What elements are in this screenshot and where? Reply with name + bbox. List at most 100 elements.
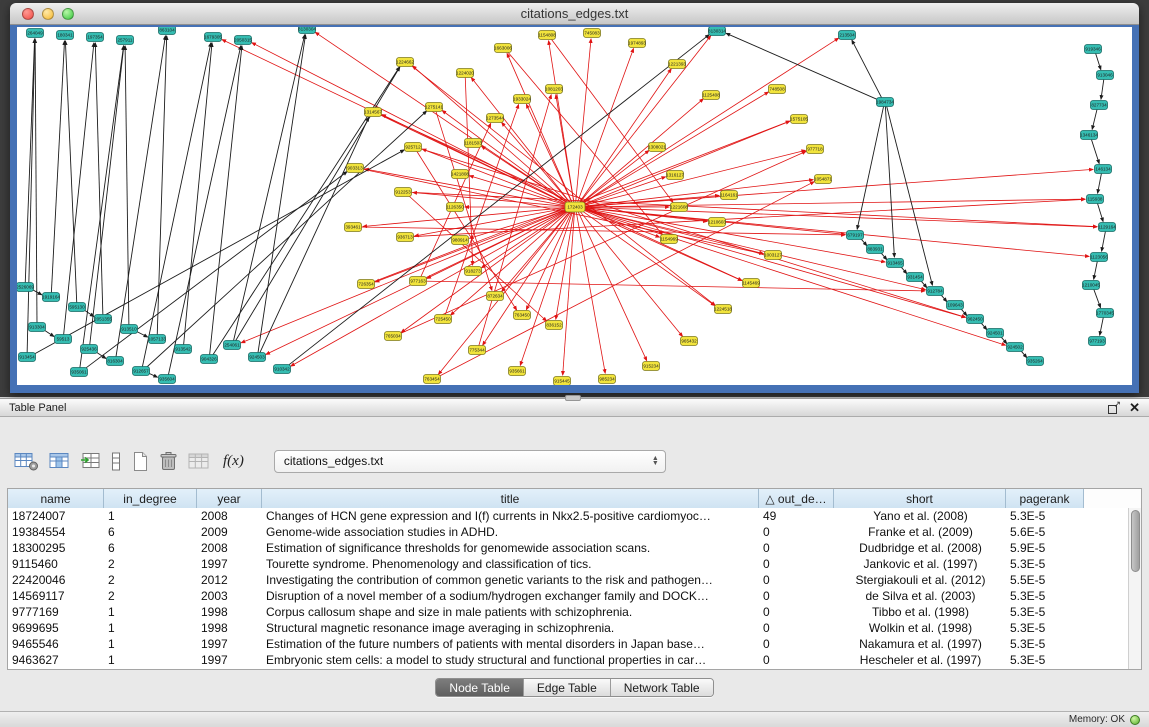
graph-node[interactable]: 2526069 bbox=[17, 283, 34, 292]
graph-edge[interactable] bbox=[1098, 172, 1102, 193]
graph-edge[interactable] bbox=[142, 43, 211, 368]
graph-node[interactable]: 924502 bbox=[1007, 343, 1024, 352]
table-cell[interactable]: Tourette syndrome. Phenomenology and cla… bbox=[262, 556, 759, 572]
table-row[interactable]: 969969511998Structural magnetic resonanc… bbox=[8, 620, 1128, 636]
table-cell[interactable]: Dudbridge et al. (2008) bbox=[834, 540, 1006, 556]
table-cell[interactable]: 19384554 bbox=[8, 524, 104, 540]
graph-edge[interactable] bbox=[1102, 230, 1106, 251]
select-columns-icon[interactable] bbox=[49, 449, 70, 473]
table-cell[interactable]: 22420046 bbox=[8, 572, 104, 588]
table-row[interactable]: 911546021997Tourette syndrome. Phenomeno… bbox=[8, 556, 1128, 572]
graph-node[interactable]: 904326 bbox=[201, 355, 218, 364]
graph-node[interactable]: 1054871 bbox=[814, 175, 832, 184]
graph-node[interactable]: 918273 bbox=[465, 267, 482, 276]
graph-node[interactable]: 1346134 bbox=[1080, 131, 1098, 140]
table-cell[interactable]: 0 bbox=[759, 572, 834, 588]
table-cell[interactable]: 5.3E-5 bbox=[1006, 620, 1084, 636]
table-cell[interactable]: Structural magnetic resonance image aver… bbox=[262, 620, 759, 636]
column-header-title[interactable]: title bbox=[262, 489, 759, 508]
close-panel-icon[interactable]: ✕ bbox=[1129, 401, 1140, 414]
graph-edge[interactable] bbox=[233, 35, 305, 342]
graph-node[interactable]: 109643 bbox=[947, 301, 964, 310]
table-cell[interactable]: 2 bbox=[104, 572, 197, 588]
graph-edge[interactable] bbox=[95, 43, 103, 316]
network-canvas[interactable]: 1724031125408122139319748937450831154808… bbox=[17, 27, 1132, 385]
graph-node[interactable]: 1314567 bbox=[364, 108, 382, 117]
close-window-button[interactable] bbox=[22, 8, 34, 20]
table-row[interactable]: 1872400712008Changes of HCN gene express… bbox=[8, 508, 1128, 524]
table-row[interactable]: 1456911722003Disruption of a novel membe… bbox=[8, 588, 1128, 604]
graph-edge[interactable] bbox=[579, 99, 703, 205]
graph-node[interactable]: 924503 bbox=[249, 353, 266, 362]
graph-edge[interactable] bbox=[408, 192, 1097, 227]
import-table-icon[interactable] bbox=[80, 449, 101, 473]
graph-edge[interactable] bbox=[35, 39, 37, 324]
table-cell[interactable]: 2012 bbox=[197, 572, 262, 588]
graph-node[interactable]: 913510 bbox=[121, 325, 138, 334]
column-header-pagerank[interactable]: pagerank bbox=[1006, 489, 1084, 508]
graph-edge[interactable] bbox=[1100, 316, 1104, 335]
graph-node[interactable]: 213504 bbox=[839, 31, 856, 40]
graph-node[interactable]: 2051355 bbox=[94, 315, 112, 324]
graph-node[interactable]: 935604 bbox=[159, 375, 176, 384]
table-row[interactable]: 1938455462009Genome-wide association stu… bbox=[8, 524, 1128, 540]
graph-node[interactable]: 925436 bbox=[81, 345, 98, 354]
graph-node[interactable]: 827734 bbox=[1091, 101, 1108, 110]
table-cell[interactable]: Estimation of the future numbers of pati… bbox=[262, 636, 759, 652]
graph-node[interactable]: 912784 bbox=[927, 287, 944, 296]
column-header-name[interactable]: name bbox=[8, 489, 104, 508]
graph-edge[interactable] bbox=[482, 209, 571, 268]
table-cell[interactable]: 1997 bbox=[197, 652, 262, 668]
graph-node[interactable]: 1154969 bbox=[660, 235, 678, 244]
table-cell[interactable]: 5.3E-5 bbox=[1006, 508, 1084, 524]
graph-edge[interactable] bbox=[168, 46, 241, 376]
table-cell[interactable]: 0 bbox=[759, 556, 834, 572]
graph-node[interactable]: 1145469 bbox=[742, 279, 760, 288]
new-document-icon[interactable] bbox=[132, 449, 149, 473]
graph-node[interactable]: 1421808 bbox=[451, 170, 469, 179]
graph-node[interactable]: 1919164 bbox=[42, 293, 60, 302]
graph-node[interactable]: 1974893 bbox=[628, 39, 646, 48]
table-row[interactable]: 1830029562008Estimation of significance … bbox=[8, 540, 1128, 556]
table-cell[interactable]: Estimation of significance thresholds fo… bbox=[262, 540, 759, 556]
graph-node[interactable]: 1224518 bbox=[714, 305, 732, 314]
table-settings-icon[interactable] bbox=[14, 449, 39, 473]
graph-node[interactable]: 913304 bbox=[29, 323, 46, 332]
table-cell[interactable]: de Silva et al. (2003) bbox=[834, 588, 1006, 604]
graph-edge[interactable] bbox=[291, 209, 571, 367]
graph-edge[interactable] bbox=[578, 36, 711, 205]
column-header-in_degree[interactable]: in_degree bbox=[104, 489, 197, 508]
table-cell[interactable]: Wolkin et al. (1998) bbox=[834, 620, 1006, 636]
tab-node-table[interactable]: Node Table bbox=[436, 679, 524, 696]
graph-node[interactable]: 763450 bbox=[514, 311, 531, 320]
tab-network-table[interactable]: Network Table bbox=[611, 679, 713, 696]
window-titlebar[interactable]: citations_edges.txt bbox=[10, 3, 1139, 25]
table-cell[interactable]: 1 bbox=[104, 620, 197, 636]
graph-edge[interactable] bbox=[210, 46, 242, 356]
table-cell[interactable]: 1998 bbox=[197, 620, 262, 636]
table-cell[interactable]: 9699695 bbox=[8, 620, 104, 636]
graph-node[interactable]: 8130314 bbox=[708, 27, 726, 36]
graph-node[interactable]: 1003127 bbox=[764, 251, 782, 260]
table-cell[interactable]: Jankovic et al. (1997) bbox=[834, 556, 1006, 572]
graph-edge[interactable] bbox=[451, 209, 572, 315]
graph-node[interactable]: 8130304 bbox=[298, 27, 316, 34]
graph-node[interactable]: 1129164 bbox=[1098, 223, 1116, 232]
graph-edge[interactable] bbox=[1092, 108, 1097, 130]
table-row[interactable]: 2242004622012Investigating the contribut… bbox=[8, 572, 1128, 588]
graph-edge[interactable] bbox=[358, 227, 845, 235]
graph-node[interactable]: 1221393 bbox=[668, 60, 686, 69]
table-cell[interactable]: 2003 bbox=[197, 588, 262, 604]
table-cell[interactable]: 2008 bbox=[197, 508, 262, 524]
graph-edge[interactable] bbox=[51, 41, 64, 294]
graph-node[interactable]: 965432 bbox=[681, 337, 698, 346]
table-cell[interactable]: 5.3E-5 bbox=[1006, 652, 1084, 668]
table-cell[interactable]: 0 bbox=[759, 524, 834, 540]
graph-node[interactable]: 913454 bbox=[19, 353, 36, 362]
graph-node[interactable]: 962450 bbox=[967, 315, 984, 324]
divider-grip[interactable] bbox=[565, 395, 581, 401]
delete-icon[interactable] bbox=[159, 449, 178, 473]
graph-node[interactable]: 903313 bbox=[347, 164, 364, 173]
graph-edge[interactable] bbox=[577, 49, 634, 205]
column-header-short[interactable]: short bbox=[834, 489, 1006, 508]
